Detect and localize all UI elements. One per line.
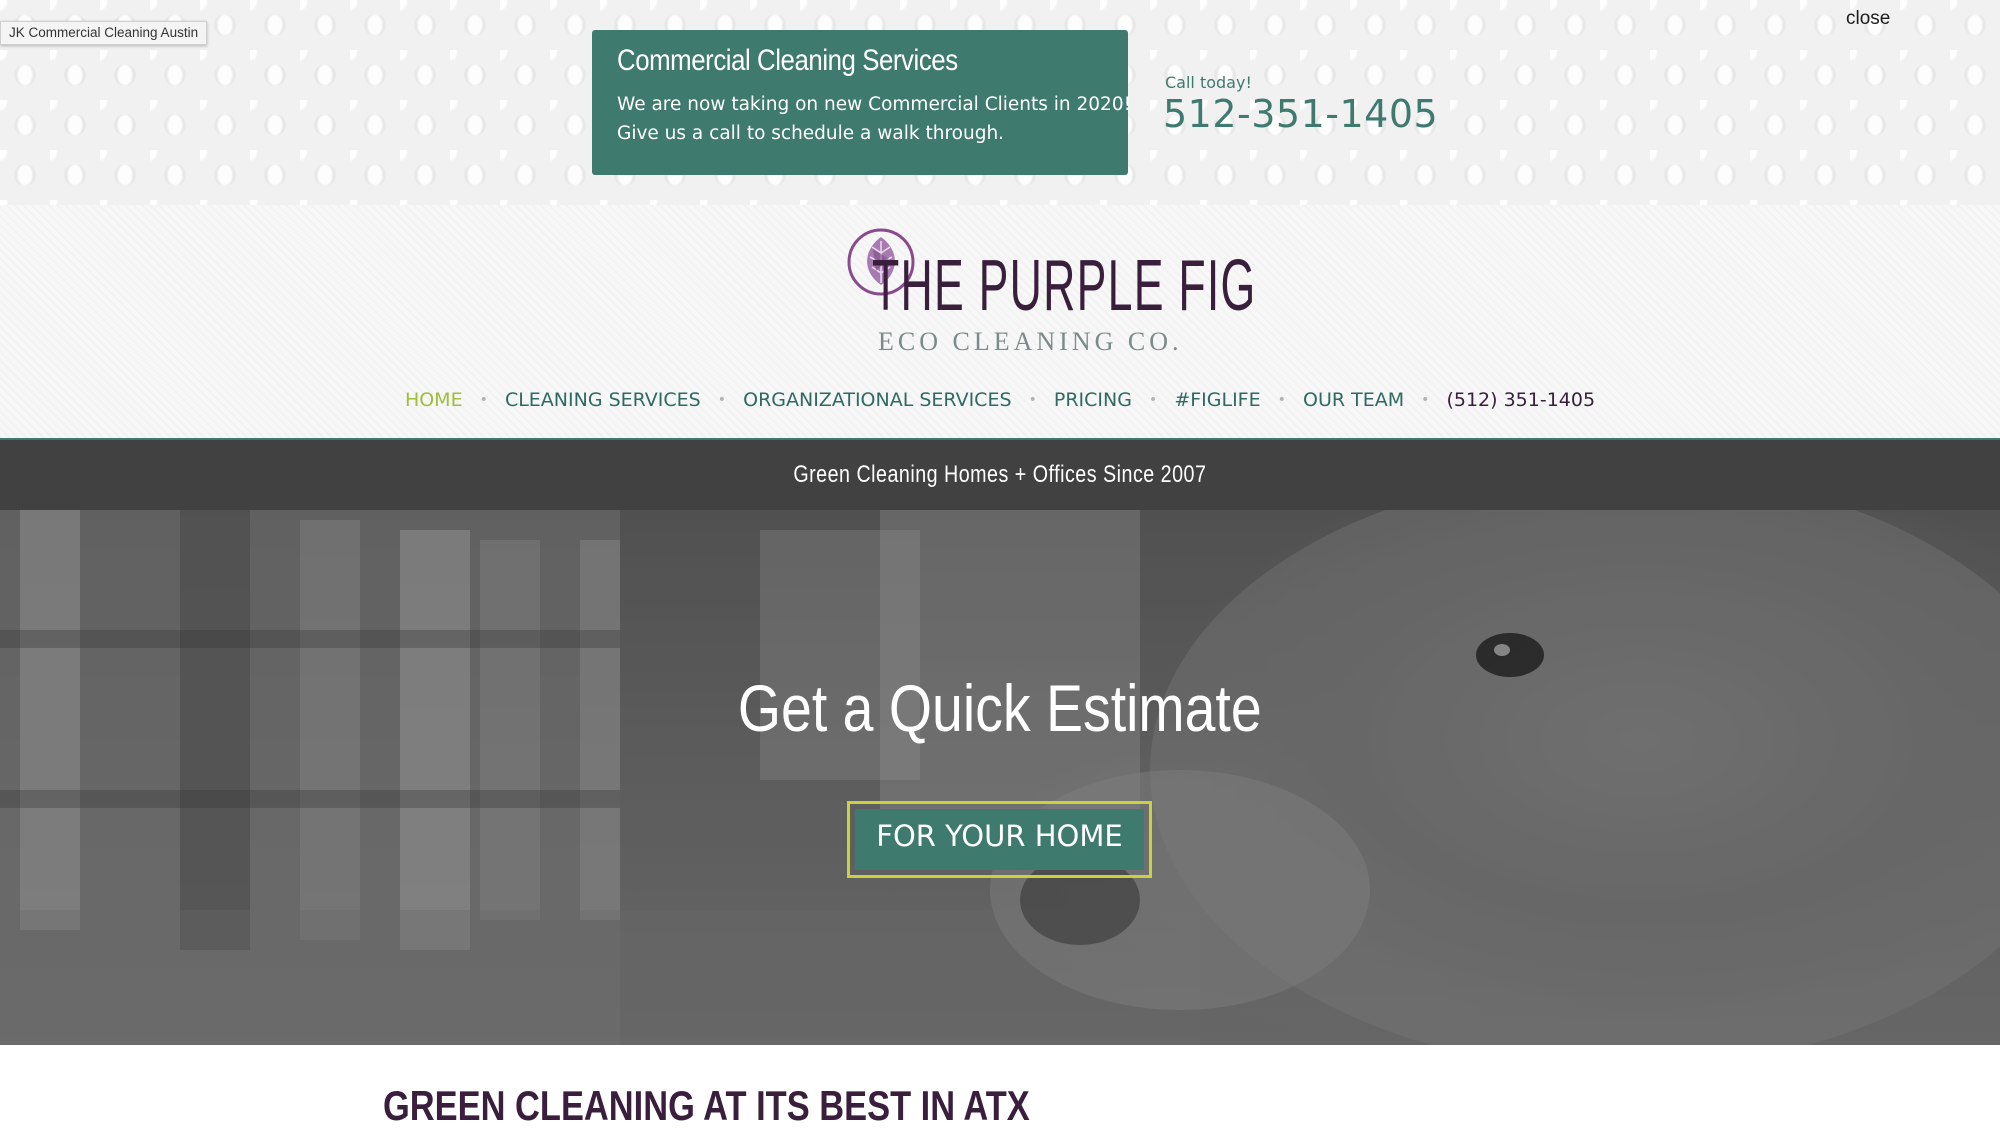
hero-title-text: Get a Quick Estimate xyxy=(738,671,1262,745)
nav-item-phone[interactable]: (512) 351-1405 xyxy=(1446,389,1595,411)
logo-wordmark: THE PURPLE FIG xyxy=(872,246,1257,326)
section-heading: GREEN CLEANING AT ITS BEST IN ATX xyxy=(383,1082,1030,1129)
nav-item-pricing[interactable]: PRICING xyxy=(1054,389,1132,411)
promo-line-2: Give us a call to schedule a walk throug… xyxy=(617,123,1005,144)
promo-text: We are now taking on new Commercial Clie… xyxy=(617,90,1132,148)
close-button[interactable]: close xyxy=(1846,8,1890,30)
nav-separator: • xyxy=(1421,392,1430,408)
call-phone-link[interactable]: 512-351-1405 xyxy=(1163,92,1438,136)
nav-separator: • xyxy=(479,392,488,408)
promo-box: Commercial Cleaning Services We are now … xyxy=(592,30,1132,175)
nav-item-cleaning-services[interactable]: CLEANING SERVICES xyxy=(505,389,701,411)
tooltip: JK Commercial Cleaning Austin xyxy=(0,21,208,45)
nav-separator: • xyxy=(1028,392,1037,408)
estimate-home-button-label: FOR YOUR HOME xyxy=(855,809,1144,870)
hero-title: Get a Quick Estimate xyxy=(0,670,2000,746)
site-logo[interactable]: THE PURPLE FIG ECO CLEANING CO. xyxy=(846,223,1255,363)
site-header: THE PURPLE FIG ECO CLEANING CO. HOME • C… xyxy=(0,205,2000,438)
logo-tagline: ECO CLEANING CO. xyxy=(878,327,1183,356)
promo-banner: JK Commercial Cleaning Austin close Comm… xyxy=(0,0,2000,205)
promo-line-1: We are now taking on new Commercial Clie… xyxy=(617,94,1132,115)
promo-title: Commercial Cleaning Services xyxy=(617,44,958,77)
tagline-text: Green Cleaning Homes + Offices Since 200… xyxy=(793,461,1207,488)
nav-item-home[interactable]: HOME xyxy=(405,389,463,411)
nav-separator: • xyxy=(717,392,727,408)
nav-item-organizational-services[interactable]: ORGANIZATIONAL SERVICES xyxy=(743,389,1011,411)
nav-separator: • xyxy=(1277,392,1286,408)
nav-item-our-team[interactable]: OUR TEAM xyxy=(1303,389,1404,411)
nav-item-figlife[interactable]: #FIGLIFE xyxy=(1174,389,1260,411)
main-nav: HOME • CLEANING SERVICES • ORGANIZATIONA… xyxy=(0,389,2000,411)
call-label: Call today! xyxy=(1165,73,1252,92)
hero-banner: Get a Quick Estimate FOR YOUR HOME xyxy=(0,510,2000,1045)
nav-separator: • xyxy=(1149,392,1158,408)
estimate-home-button[interactable]: FOR YOUR HOME xyxy=(847,801,1152,878)
hero-overlay xyxy=(0,510,2000,1045)
tagline-bar: Green Cleaning Homes + Offices Since 200… xyxy=(0,438,2000,510)
